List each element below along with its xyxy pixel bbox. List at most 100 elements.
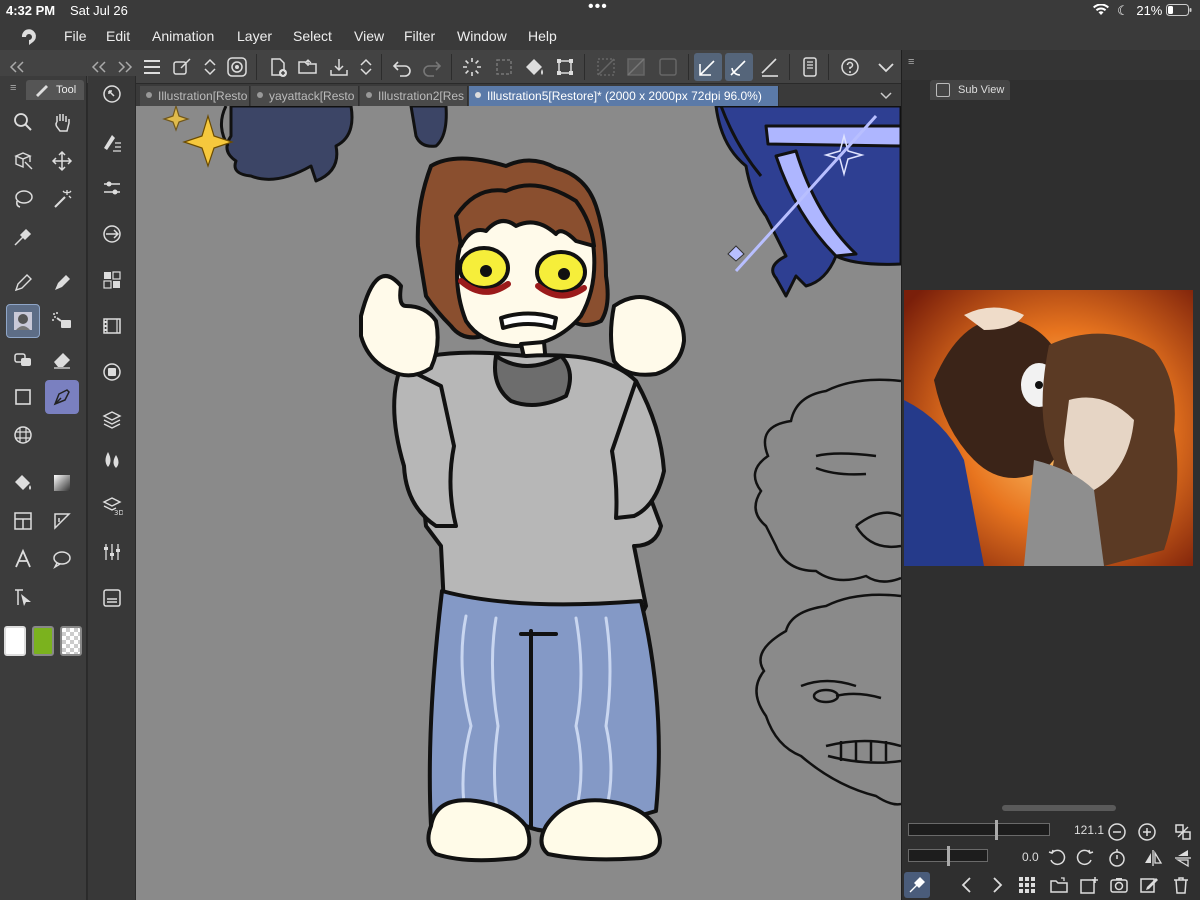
multitask-dots[interactable]: ••• xyxy=(588,0,608,16)
text-tool-icon[interactable] xyxy=(6,542,40,576)
ruler-tool-icon[interactable] xyxy=(45,504,79,538)
open-folder-icon[interactable] xyxy=(294,53,322,81)
help-icon[interactable] xyxy=(836,53,864,81)
redo-icon[interactable] xyxy=(418,53,446,81)
blend-tool-icon[interactable] xyxy=(6,342,40,376)
flip-horizontal-icon[interactable] xyxy=(1142,847,1164,869)
previous-image-icon[interactable] xyxy=(954,872,980,898)
brush-size-icon[interactable] xyxy=(98,220,126,248)
hamburger-menu-icon[interactable] xyxy=(138,53,166,81)
invert-selection-icon[interactable] xyxy=(622,53,650,81)
grip-icon[interactable]: ≡ xyxy=(10,82,16,94)
app-logo-icon[interactable] xyxy=(18,25,40,47)
material-icon[interactable]: 3D xyxy=(98,492,126,520)
tabs-chevron-down-icon[interactable] xyxy=(878,87,894,106)
save-icon[interactable] xyxy=(325,53,353,81)
main-color-swatch[interactable] xyxy=(4,626,26,656)
menu-file[interactable]: File xyxy=(64,28,87,44)
menu-window[interactable]: Window xyxy=(457,28,507,44)
flip-vertical-icon[interactable] xyxy=(1172,847,1194,869)
rotate-left-icon[interactable] xyxy=(1046,847,1068,869)
lasso-select-icon[interactable] xyxy=(6,182,40,216)
camera-icon[interactable] xyxy=(1106,872,1132,898)
new-canvas-icon[interactable] xyxy=(264,53,292,81)
grid-tool-icon[interactable] xyxy=(6,418,40,452)
edit-image-icon[interactable] xyxy=(1136,872,1162,898)
tool-property-icon[interactable] xyxy=(98,174,126,202)
layers-icon[interactable] xyxy=(98,406,126,434)
sub-view-tab[interactable]: Sub View xyxy=(930,80,1010,100)
hand-tool-icon[interactable] xyxy=(45,105,79,139)
add-image-icon[interactable] xyxy=(1076,872,1102,898)
tab-illustration2[interactable]: Illustration2[Res xyxy=(360,86,468,106)
sub-color-swatch[interactable] xyxy=(32,626,54,656)
clip-studio-icon[interactable] xyxy=(223,53,251,81)
eyedropper-icon[interactable] xyxy=(904,872,930,898)
fit-view-icon[interactable] xyxy=(1172,821,1194,843)
gradient-tool-icon[interactable] xyxy=(45,466,79,500)
color-mixing-icon[interactable] xyxy=(98,446,126,474)
brush-preset-selected-icon[interactable] xyxy=(6,304,40,338)
import-image-icon[interactable] xyxy=(1046,872,1072,898)
menu-help[interactable]: Help xyxy=(528,28,557,44)
image-list-icon[interactable] xyxy=(1014,872,1040,898)
zoom-tool-icon[interactable] xyxy=(6,105,40,139)
deselect-icon[interactable] xyxy=(490,53,518,81)
zoom-slider[interactable] xyxy=(908,820,1050,840)
layer-move-tool-icon[interactable] xyxy=(6,144,40,178)
rotate-slider[interactable] xyxy=(908,846,988,866)
modifier-key-icon[interactable] xyxy=(168,53,196,81)
correct-line-tool-icon[interactable] xyxy=(6,580,40,614)
airbrush-icon[interactable] xyxy=(45,304,79,338)
color-set-icon[interactable] xyxy=(98,266,126,294)
pen-tool-icon[interactable] xyxy=(6,266,40,300)
timeline-icon[interactable] xyxy=(98,312,126,340)
up-down-arrow-icon[interactable] xyxy=(352,53,380,81)
rectangle-tool-icon[interactable] xyxy=(6,380,40,414)
drawing-canvas[interactable] xyxy=(136,106,901,900)
tool-tab[interactable]: Tool xyxy=(26,80,84,100)
zoom-out-icon[interactable] xyxy=(1106,821,1128,843)
clear-selection-icon[interactable] xyxy=(592,53,620,81)
navigator-icon[interactable] xyxy=(98,80,126,108)
menu-layer[interactable]: Layer xyxy=(237,28,272,44)
up-down-arrow-icon[interactable] xyxy=(196,53,224,81)
balloon-tool-icon[interactable] xyxy=(45,542,79,576)
snap-to-grid-icon[interactable] xyxy=(756,53,784,81)
sub-view-icon[interactable] xyxy=(98,584,126,612)
fill-bucket-icon[interactable] xyxy=(520,53,548,81)
selection-boundary-icon[interactable] xyxy=(654,53,682,81)
sub-view-scrollbar[interactable] xyxy=(1002,805,1116,811)
transform-icon[interactable] xyxy=(551,53,579,81)
device-settings-icon[interactable] xyxy=(796,53,824,81)
vector-pen-tool-icon[interactable] xyxy=(45,380,79,414)
fill-tool-icon[interactable] xyxy=(6,466,40,500)
loading-spinner-icon[interactable] xyxy=(458,53,486,81)
reference-image[interactable] xyxy=(904,290,1193,566)
menu-edit[interactable]: Edit xyxy=(106,28,130,44)
transparent-color-swatch[interactable] xyxy=(60,626,82,656)
pencil-tool-icon[interactable] xyxy=(45,266,79,300)
reset-rotation-icon[interactable] xyxy=(1106,847,1128,869)
zoom-in-icon[interactable] xyxy=(1136,821,1158,843)
menu-animation[interactable]: Animation xyxy=(152,28,214,44)
chevron-down-icon[interactable] xyxy=(872,53,900,81)
eyedropper-icon[interactable] xyxy=(6,220,40,254)
trash-icon[interactable] xyxy=(1168,872,1194,898)
tone-curve-icon[interactable] xyxy=(98,538,126,566)
menu-filter[interactable]: Filter xyxy=(404,28,435,44)
rotate-right-icon[interactable] xyxy=(1074,847,1096,869)
next-image-icon[interactable] xyxy=(984,872,1010,898)
grip-icon[interactable]: ≡ xyxy=(908,56,914,68)
menu-select[interactable]: Select xyxy=(293,28,332,44)
undo-icon[interactable] xyxy=(388,53,416,81)
menu-view[interactable]: View xyxy=(354,28,384,44)
tab-illustration5[interactable]: Illustration5[Restore]* (2000 x 2000px 7… xyxy=(469,86,779,106)
sub-tool-detail-icon[interactable] xyxy=(98,128,126,156)
snap-to-ruler-icon[interactable] xyxy=(694,53,722,81)
eraser-icon[interactable] xyxy=(45,342,79,376)
frame-border-icon[interactable] xyxy=(6,504,40,538)
move-tool-icon[interactable] xyxy=(45,144,79,178)
snap-to-special-ruler-icon[interactable] xyxy=(725,53,753,81)
tab-yayattack[interactable]: yayattack[Resto xyxy=(251,86,359,106)
